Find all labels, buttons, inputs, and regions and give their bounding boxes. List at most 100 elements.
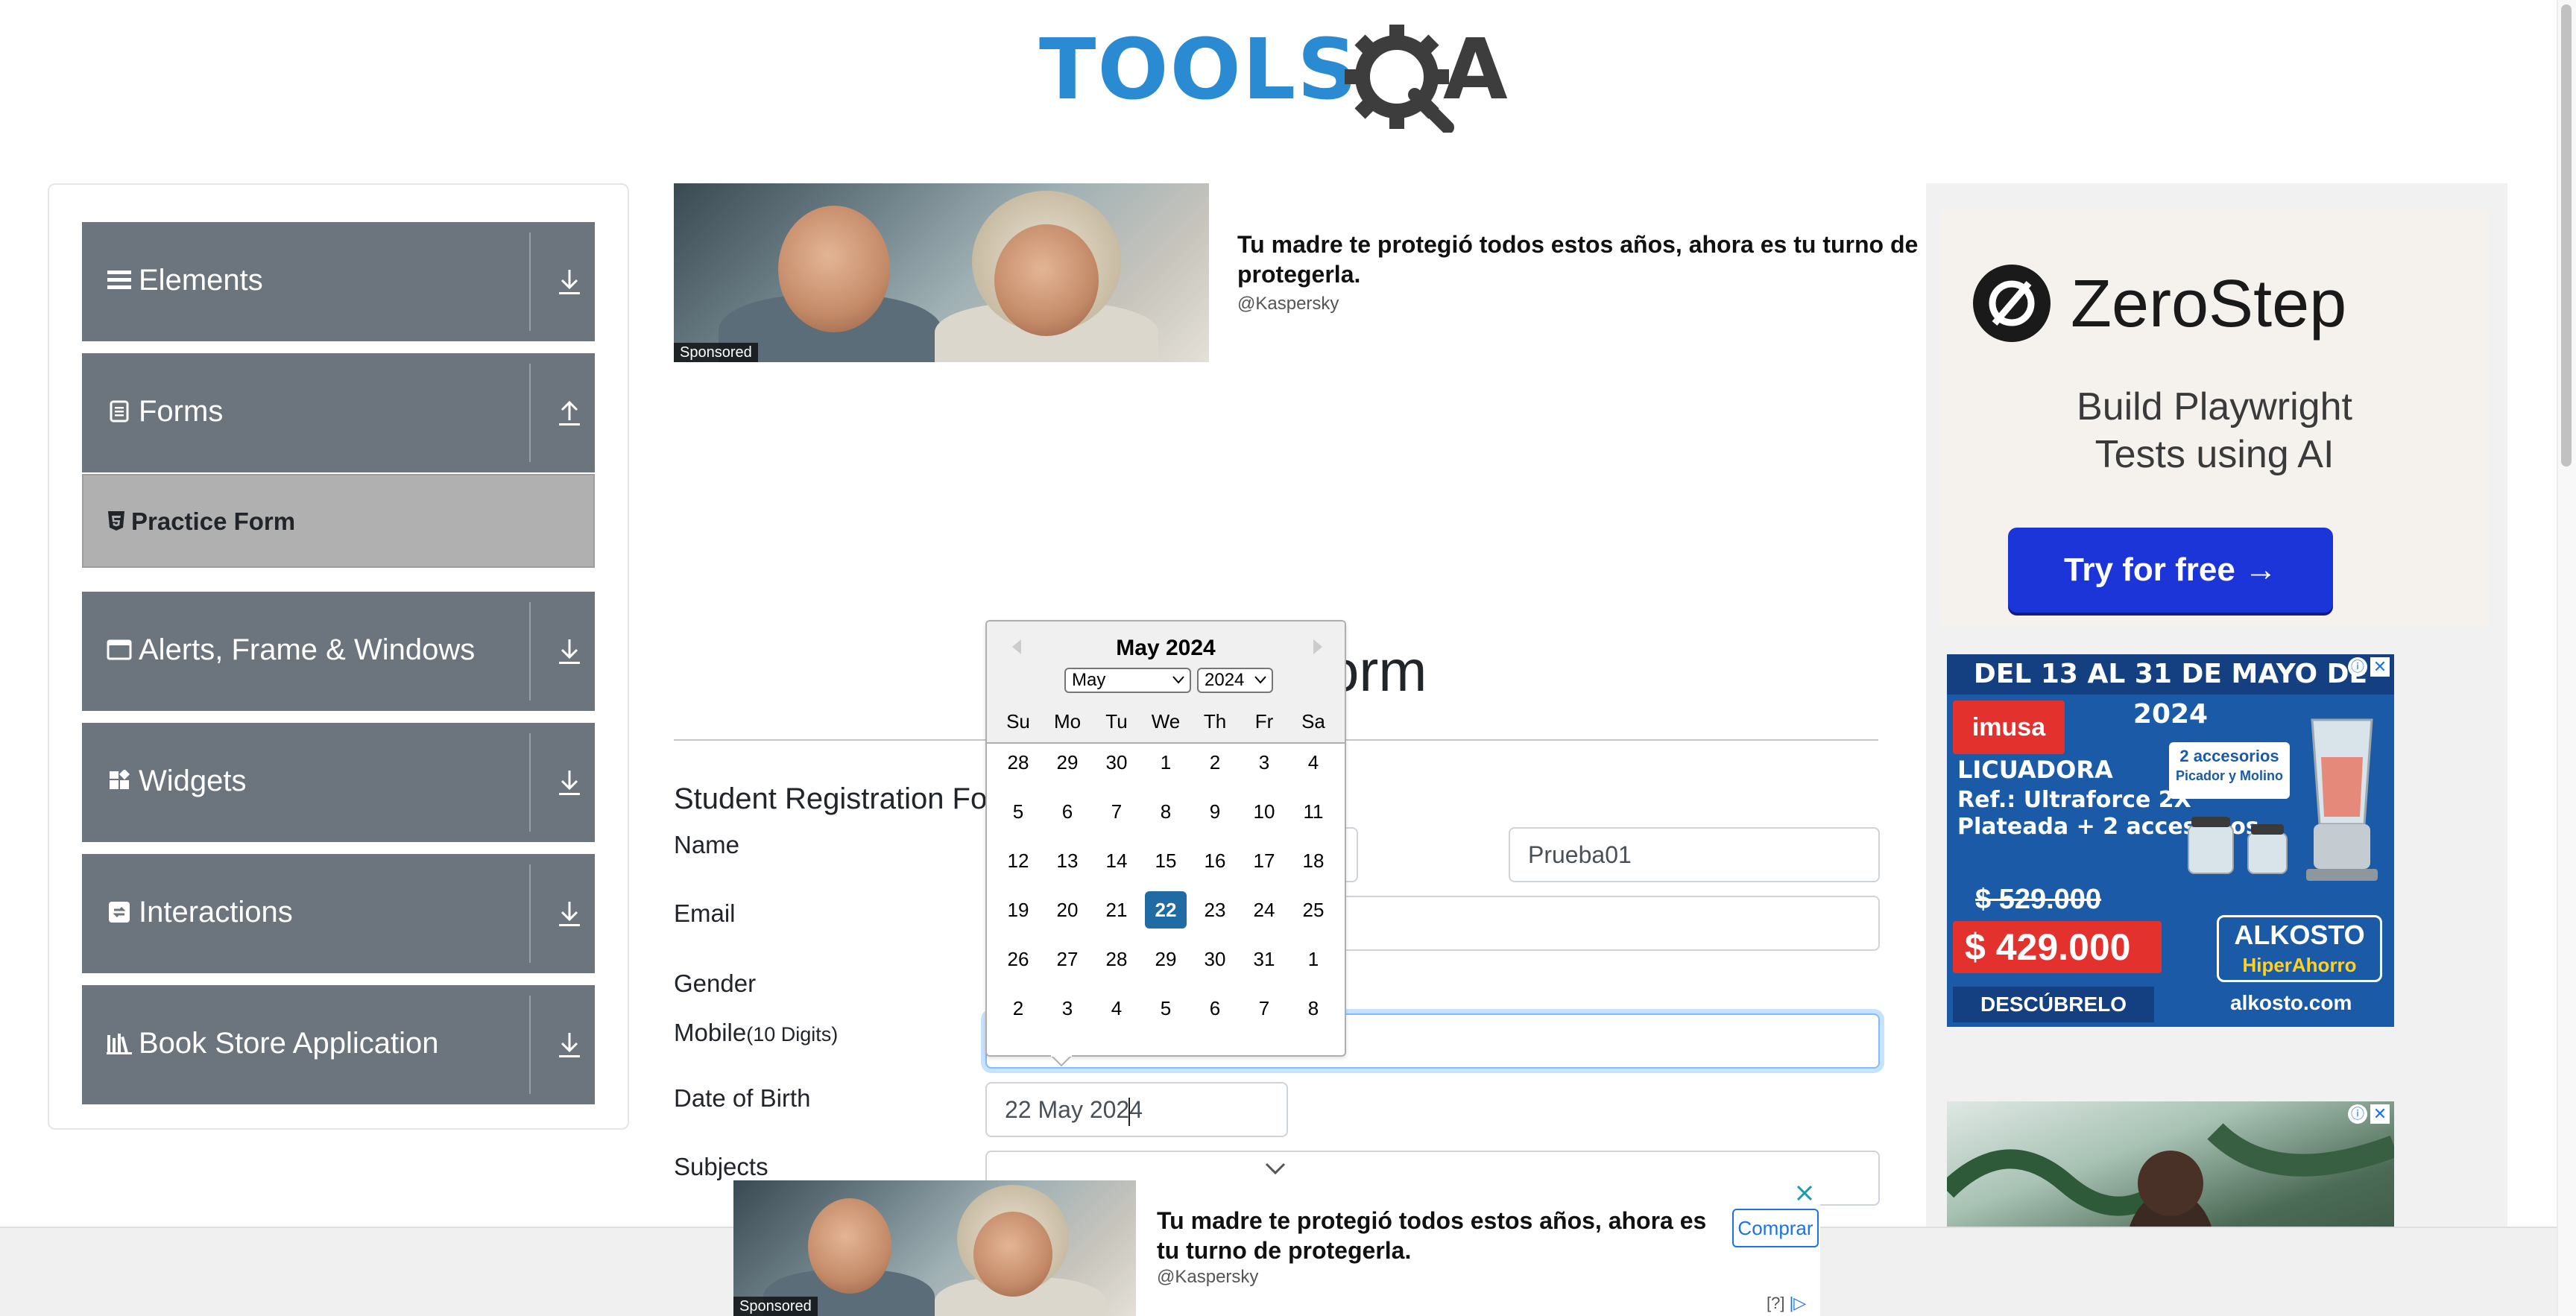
- ad-feedback-link[interactable]: [?]: [1767, 1294, 1784, 1312]
- discover-cta[interactable]: DESCÚBRELO AQUÍ: [1953, 987, 2154, 1022]
- ad-photo[interactable]: Sponsored: [733, 1180, 1136, 1316]
- ad-info-icon[interactable]: ⓘ: [2348, 657, 2367, 677]
- calendar-day[interactable]: 2: [1194, 744, 1236, 781]
- bottom-ad-handle: @Kaspersky: [1157, 1267, 1259, 1287]
- calendar-day[interactable]: 9: [1194, 793, 1236, 830]
- calendar-day[interactable]: 29: [1145, 940, 1187, 978]
- calendar-day[interactable]: 6: [1194, 990, 1236, 1027]
- sidebar-item-label: Practice Form: [131, 507, 296, 535]
- download-arrow-icon[interactable]: [553, 766, 586, 799]
- calendar-day[interactable]: 11: [1292, 793, 1334, 830]
- calendar-day[interactable]: 30: [1194, 940, 1236, 978]
- calendar-day[interactable]: 28: [1096, 940, 1137, 978]
- calendar-day[interactable]: 1: [1292, 940, 1334, 978]
- calendar-day[interactable]: 4: [1292, 744, 1334, 781]
- date-of-birth-input[interactable]: 22 May 2024: [985, 1082, 1288, 1137]
- calendar-day[interactable]: 28: [997, 744, 1039, 781]
- calendar-day[interactable]: 14: [1096, 842, 1137, 879]
- sidebar-group-alerts[interactable]: Alerts, Frame & Windows: [82, 592, 595, 711]
- calendar-day[interactable]: 6: [1046, 793, 1088, 830]
- calendar-day[interactable]: 20: [1046, 891, 1088, 929]
- widgets-icon: [106, 768, 133, 794]
- calendar-day[interactable]: 13: [1046, 842, 1088, 879]
- download-arrow-icon[interactable]: [553, 265, 586, 298]
- weekday-label: Fr: [1254, 710, 1274, 733]
- sidebar-group-label: Forms: [139, 395, 224, 428]
- calendar-day[interactable]: 23: [1194, 891, 1236, 929]
- try-for-free-button[interactable]: Try for free →: [2008, 528, 2333, 613]
- sidebar-group-elements[interactable]: Elements: [82, 222, 595, 341]
- calendar-day[interactable]: 15: [1145, 842, 1187, 879]
- calendar-day[interactable]: 26: [997, 940, 1039, 978]
- month-select[interactable]: May: [1064, 668, 1191, 693]
- calendar-day[interactable]: 16: [1194, 842, 1236, 879]
- date-picker-popup[interactable]: May 2024 May 2024 Su Mo Tu We Th Fr Sa 28 29 30 1…: [985, 620, 1346, 1057]
- alkosto-ad[interactable]: DEL 13 AL 31 DE MAYO DE 2024 imusa LICUA…: [1947, 654, 2394, 1027]
- calendar-day[interactable]: 24: [1243, 891, 1285, 929]
- bottom-ad[interactable]: Sponsored Tu madre te protegió todos est…: [733, 1180, 1820, 1316]
- calendar-day[interactable]: 5: [1145, 990, 1187, 1027]
- name-label: Name: [674, 831, 740, 858]
- sidebar-group-book-store[interactable]: Book Store Application: [82, 985, 595, 1104]
- calendar-day[interactable]: 10: [1243, 793, 1285, 830]
- year-select[interactable]: 2024: [1197, 668, 1273, 693]
- sidebar-group-interactions[interactable]: Interactions: [82, 854, 595, 973]
- blender-image: [2306, 718, 2378, 881]
- top-ad[interactable]: Sponsored Tu madre te protegió todos est…: [674, 183, 1953, 364]
- calendar-day[interactable]: 3: [1046, 990, 1088, 1027]
- calendar-day[interactable]: 21: [1096, 891, 1137, 929]
- interactions-icon: [106, 899, 133, 926]
- ad-choices[interactable]: [?] |▷: [1767, 1294, 1806, 1313]
- alkosto-banner: DEL 13 AL 31 DE MAYO DE 2024: [1947, 654, 2394, 730]
- dob-label: Date of Birth: [674, 1084, 811, 1112]
- calendar-day[interactable]: 8: [1145, 793, 1187, 830]
- ad-close-icon[interactable]: ✕: [2370, 657, 2390, 677]
- divider: [529, 364, 531, 462]
- ad-photo[interactable]: Sponsored: [674, 183, 1209, 362]
- calendar-day[interactable]: 4: [1096, 990, 1137, 1027]
- calendar-day[interactable]: 5: [997, 793, 1039, 830]
- calendar-day[interactable]: 27: [1046, 940, 1088, 978]
- calendar-day[interactable]: 17: [1243, 842, 1285, 879]
- chevron-down-icon[interactable]: [1264, 1161, 1287, 1176]
- weekday-label: Th: [1203, 710, 1227, 733]
- next-month-icon[interactable]: [1309, 636, 1327, 657]
- download-arrow-icon[interactable]: [553, 635, 586, 668]
- calendar-day-selected[interactable]: 22: [1145, 891, 1187, 929]
- calendar-day[interactable]: 25: [1292, 891, 1334, 929]
- ad-close-icon[interactable]: ✕: [2370, 1104, 2390, 1124]
- accessories-image: [2188, 817, 2288, 874]
- calendar-day[interactable]: 12: [997, 842, 1039, 879]
- calendar-day[interactable]: 8: [1292, 990, 1334, 1027]
- calendar-day[interactable]: 29: [1046, 744, 1088, 781]
- calendar-day[interactable]: 31: [1243, 940, 1285, 978]
- sidebar-group-widgets[interactable]: Widgets: [82, 723, 595, 842]
- download-arrow-icon[interactable]: [553, 1028, 586, 1061]
- calendar-day[interactable]: 2: [997, 990, 1039, 1027]
- calendar-day[interactable]: 7: [1096, 793, 1137, 830]
- close-icon[interactable]: [1792, 1182, 1817, 1204]
- sidebar-item-practice-form[interactable]: Practice Form: [82, 474, 595, 568]
- upload-arrow-icon[interactable]: [553, 396, 586, 429]
- sponsored-label: Sponsored: [674, 343, 758, 362]
- calendar-day[interactable]: 19: [997, 891, 1039, 929]
- calendar-day[interactable]: 7: [1243, 990, 1285, 1027]
- zerostep-tagline: Build Playwright Tests using AI: [1941, 383, 2488, 478]
- ad-headline[interactable]: Tu madre te protegió todos estos años, a…: [1237, 230, 1953, 289]
- ad-info-icon[interactable]: ⓘ: [2348, 1104, 2367, 1124]
- calendar-day[interactable]: 3: [1243, 744, 1285, 781]
- sidebar-group-label: Alerts, Frame & Windows: [139, 633, 476, 666]
- scrollbar-thumb[interactable]: [2561, 4, 2572, 466]
- last-name-input[interactable]: Prueba01: [1509, 827, 1880, 882]
- sidebar-group-label: Widgets: [139, 765, 247, 797]
- mobile-label: Mobile(10 Digits): [674, 1016, 838, 1051]
- bottom-ad-headline[interactable]: Tu madre te protegió todos estos años, a…: [1157, 1206, 1708, 1265]
- adchoices-icon[interactable]: |▷: [1790, 1294, 1807, 1312]
- buy-button[interactable]: Comprar: [1732, 1209, 1819, 1247]
- calendar-day[interactable]: 30: [1096, 744, 1137, 781]
- calendar-day[interactable]: 18: [1292, 842, 1334, 879]
- calendar-day[interactable]: 1: [1145, 744, 1187, 781]
- sidebar-group-forms[interactable]: Forms: [82, 353, 595, 472]
- download-arrow-icon[interactable]: [553, 897, 586, 930]
- toolsqa-logo[interactable]: TOOLS A: [1039, 21, 1524, 134]
